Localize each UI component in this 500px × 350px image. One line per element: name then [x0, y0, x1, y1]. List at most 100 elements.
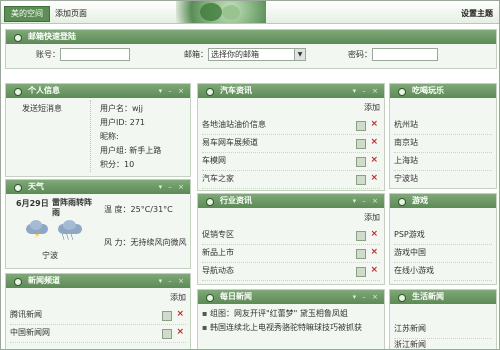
chevron-down-icon[interactable]: ▼: [294, 49, 305, 60]
panel-title: 每日新闻: [220, 292, 252, 301]
list-item-label[interactable]: 车模网: [202, 156, 226, 165]
circle-bullet-icon: [14, 34, 22, 42]
panel-controls[interactable]: ▾ – ×: [353, 84, 380, 98]
panel-header: 游戏: [390, 194, 496, 208]
edit-icon[interactable]: [356, 249, 366, 259]
list-item-label[interactable]: 宁波站: [394, 174, 418, 183]
news-headline[interactable]: 韩国连续北上电视秀骆驼特嘛球技巧被抓获: [210, 323, 362, 332]
panel-controls[interactable]: ▾ – ×: [159, 84, 186, 98]
list-item[interactable]: 车模网 ×: [202, 152, 380, 171]
edit-icon[interactable]: [162, 329, 172, 339]
list-item[interactable]: 易车网车展频道 ×: [202, 134, 380, 153]
tab-my-space[interactable]: 美的空间: [4, 6, 50, 22]
list-item-label[interactable]: 促销专区: [202, 230, 234, 239]
list-item[interactable]: 宁波站: [394, 170, 492, 189]
edit-icon[interactable]: [162, 311, 172, 321]
settings-theme-link[interactable]: 设置主题: [461, 8, 493, 19]
list-item-label[interactable]: 导航动态: [202, 266, 234, 275]
list-item-label[interactable]: 腾讯新闻: [10, 310, 42, 319]
add-link[interactable]: 添加: [364, 212, 380, 223]
news-headline[interactable]: 组图：网友开评"红蕾梦" 黛玉相鲁凤姐: [210, 309, 348, 318]
delete-x-icon[interactable]: ×: [370, 115, 378, 133]
list-item[interactable]: 腾讯新闻 ×: [10, 306, 186, 325]
password-label: 密码：: [348, 50, 372, 59]
weather-temperature: 温 度：25°C/31°C: [104, 205, 173, 214]
panel-title: 游戏: [412, 196, 428, 205]
list-item[interactable]: PSP游戏: [394, 226, 492, 245]
account-label: 账号：: [36, 50, 60, 59]
panel-controls[interactable]: ▾ – ×: [353, 290, 380, 304]
thunderstorm-cloud-icon: ⚡: [26, 220, 48, 241]
add-link[interactable]: 添加: [170, 292, 186, 303]
edit-icon[interactable]: [356, 157, 366, 167]
list-item[interactable]: 导航动态 ×: [202, 262, 380, 281]
panel-controls[interactable]: ▾ – ×: [159, 180, 186, 194]
panel-title: 个人信息: [28, 86, 60, 95]
edit-icon[interactable]: [356, 231, 366, 241]
edit-icon[interactable]: [356, 121, 366, 131]
list-item[interactable]: 游戏中国: [394, 244, 492, 263]
top-bar: 美的空间 添加页面 设置主题: [1, 1, 499, 24]
delete-x-icon[interactable]: ×: [370, 133, 378, 151]
edit-icon[interactable]: [356, 267, 366, 277]
list-item-label[interactable]: 中国新闻网: [10, 328, 50, 337]
user-group-text: 用户组: 新手上路: [100, 146, 162, 155]
list-item-label[interactable]: 各地油站油价信息: [202, 120, 266, 129]
panel-header: 个人信息 ▾ – ×: [6, 84, 190, 98]
list-item-label[interactable]: 汽车之家: [202, 174, 234, 183]
panel-header: 汽车资讯 ▾ – ×: [198, 84, 384, 98]
delete-x-icon[interactable]: ×: [370, 169, 378, 187]
list-item[interactable]: 浙江新闻: [394, 336, 492, 349]
daily-news-panel: 每日新闻 ▾ – × ▪ 组图：网友开评"红蕾梦" 黛玉相鲁凤姐 ▪ 韩国连续北…: [197, 289, 385, 349]
account-input[interactable]: [60, 48, 130, 61]
tab-add-page[interactable]: 添加页面: [55, 8, 87, 19]
delete-x-icon[interactable]: ×: [370, 261, 378, 279]
list-item[interactable]: 中国新闻网 ×: [10, 324, 186, 343]
mailbox-select[interactable]: 选择你的邮箱 ▼: [208, 48, 306, 61]
circle-bullet-icon: [206, 88, 214, 96]
list-item-label[interactable]: 在线小游戏: [394, 266, 434, 275]
list-item-label[interactable]: 易车网车展频道: [202, 138, 258, 147]
delete-x-icon[interactable]: ×: [370, 151, 378, 169]
send-message-link[interactable]: 发送短消息: [22, 103, 62, 114]
list-item-label[interactable]: 新品上市: [202, 248, 234, 257]
delete-x-icon[interactable]: ×: [176, 305, 184, 323]
list-item-label[interactable]: 游戏中国: [394, 248, 426, 257]
mail-login-panel: 邮箱快速登陆 账号： 邮箱： 选择你的邮箱 ▼ 密码：: [5, 29, 497, 69]
panel-header: 吃喝玩乐: [390, 84, 496, 98]
list-item-label[interactable]: 浙江新闻: [394, 340, 426, 349]
circle-bullet-icon: [14, 184, 22, 192]
list-item[interactable]: 新品上市 ×: [202, 244, 380, 263]
circle-bullet-icon: [206, 294, 214, 302]
weather-panel: 天气 ▾ – × 6月29日 雷阵雨转阵雨 ⚡ \\\ 宁波 温 度：25°C/…: [5, 179, 191, 269]
eat-drink-panel: 吃喝玩乐 杭州站 南京站 上海站 宁波站: [389, 83, 497, 189]
list-item-label[interactable]: 上海站: [394, 156, 418, 165]
list-item-label[interactable]: PSP游戏: [394, 230, 425, 239]
panel-header: 邮箱快速登陆: [6, 30, 496, 44]
panel-controls[interactable]: ▾ – ×: [353, 194, 380, 208]
list-item[interactable]: 在线小游戏: [394, 262, 492, 281]
weather-date: 6月29日: [16, 199, 49, 208]
list-item-label[interactable]: 杭州站: [394, 120, 418, 129]
password-input[interactable]: [372, 48, 438, 61]
list-item[interactable]: 促销专区 ×: [202, 226, 380, 245]
list-item[interactable]: 上海站: [394, 152, 492, 171]
weather-city: 宁波: [42, 251, 58, 260]
list-item-label[interactable]: 江苏新闻: [394, 324, 426, 333]
list-item-label[interactable]: 南京站: [394, 138, 418, 147]
edit-icon[interactable]: [356, 175, 366, 185]
industry-info-panel: 行业资讯 ▾ – × 添加 促销专区 × 新品上市 × 导航动态 ×: [197, 193, 385, 285]
list-item[interactable]: 南京站: [394, 134, 492, 153]
delete-x-icon[interactable]: ×: [176, 323, 184, 341]
list-item[interactable]: ▪ 组图：网友开评"红蕾梦" 黛玉相鲁凤姐: [202, 308, 380, 320]
delete-x-icon[interactable]: ×: [370, 225, 378, 243]
list-item[interactable]: ▪ 韩国连续北上电视秀骆驼特嘛球技巧被抓获: [202, 322, 380, 334]
list-item[interactable]: 杭州站: [394, 116, 492, 135]
panel-controls[interactable]: ▾ – ×: [159, 274, 186, 288]
edit-icon[interactable]: [356, 139, 366, 149]
list-item[interactable]: 汽车之家 ×: [202, 170, 380, 189]
list-item[interactable]: 各地油站油价信息 ×: [202, 116, 380, 135]
delete-x-icon[interactable]: ×: [370, 243, 378, 261]
add-link[interactable]: 添加: [364, 102, 380, 113]
panel-title: 邮箱快速登陆: [28, 32, 76, 41]
